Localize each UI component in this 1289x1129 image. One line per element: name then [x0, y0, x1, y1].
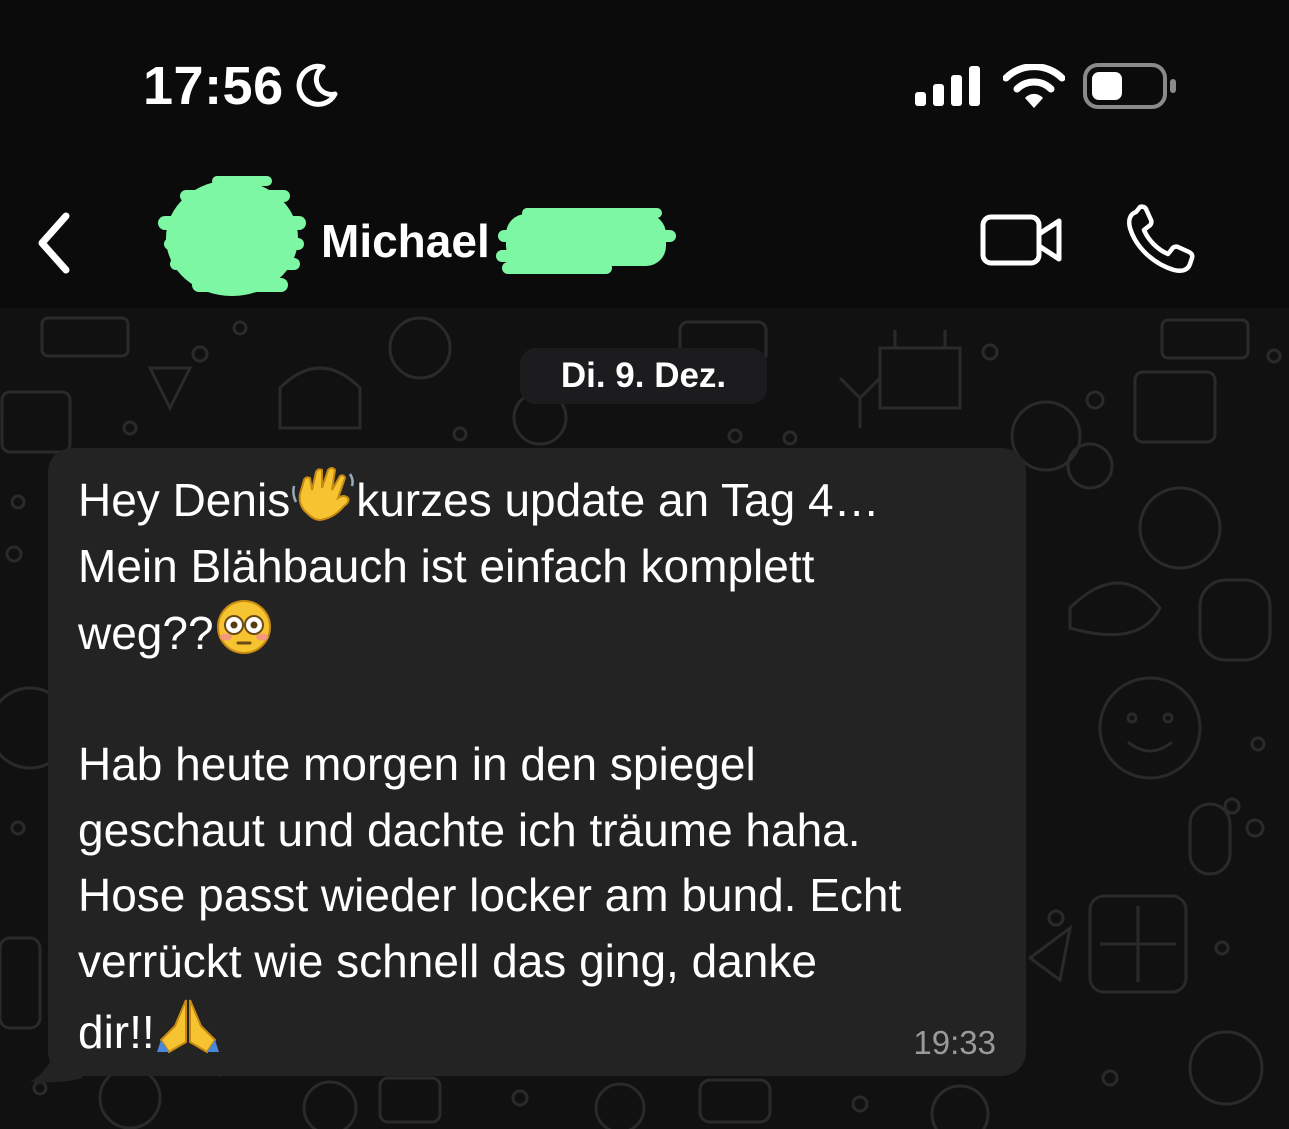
phone-icon	[1127, 204, 1195, 273]
moon-icon	[296, 63, 338, 107]
voice-call-button[interactable]	[1122, 204, 1200, 276]
message-line: geschaut und dachte ich träume haha.	[78, 803, 861, 856]
chat-header: Michael	[0, 170, 1289, 308]
message-line: Hab heute morgen in den spiegel	[78, 738, 756, 790]
status-bar: 17:56	[0, 0, 1289, 170]
message-line: Hey Denis	[78, 474, 291, 526]
message-timestamp: 19:33	[913, 1024, 996, 1061]
message-line: verrückt wie schnell das ging, danke	[78, 934, 817, 987]
message-line: Hose passt wieder locker am bund. Echt	[78, 869, 902, 921]
battery-icon	[1083, 63, 1176, 109]
status-time: 17:56	[143, 56, 284, 116]
chat-area[interactable]: Di. 9. Dez. Hey Denis kurzes update an Ta…	[0, 308, 1289, 1129]
wifi-icon	[1003, 64, 1065, 108]
avatar[interactable]	[152, 172, 312, 304]
contact-name[interactable]: Michael	[321, 214, 490, 268]
back-button[interactable]	[30, 210, 82, 276]
message-line: dir!!	[78, 1006, 155, 1058]
message-bubble[interactable]: Hey Denis kurzes update an Tag 4… Mein Bl…	[48, 448, 1026, 1076]
video-call-button[interactable]	[972, 208, 1068, 272]
message-line: Mein Blähbauch ist einfach komplett	[78, 539, 815, 592]
video-camera-icon	[980, 214, 1062, 266]
message-text[interactable]: Hey Denis kurzes update an Tag 4… Mein Bl…	[78, 466, 1018, 1066]
waving-hand-emoji	[292, 467, 355, 522]
date-separator: Di. 9. Dez.	[520, 348, 767, 404]
message-line: kurzes update an Tag 4…	[356, 474, 880, 526]
chevron-left-icon	[38, 212, 70, 274]
cellular-signal-icon	[915, 66, 980, 106]
message-line: weg??	[78, 607, 214, 659]
folded-hands-emoji	[156, 999, 219, 1054]
flushed-face-emoji	[216, 600, 271, 654]
name-redaction	[496, 208, 676, 274]
